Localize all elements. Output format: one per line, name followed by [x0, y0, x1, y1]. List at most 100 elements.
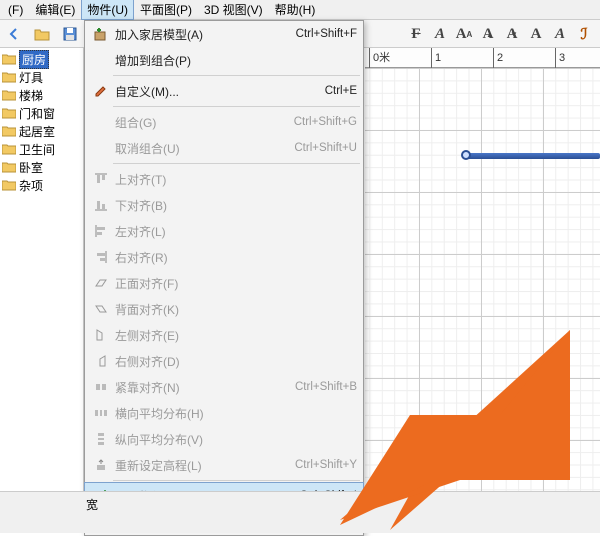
add-furniture-icon — [91, 24, 111, 44]
tree-item-label: 起居室 — [19, 123, 55, 140]
distribute-v-icon — [91, 429, 111, 449]
tree-item-label: 杂项 — [19, 177, 43, 194]
folder-icon — [2, 179, 16, 191]
menu-bar: (F) 编辑(E) 物件(U) 平面图(P) 3D 视图(V) 帮助(H) — [0, 0, 600, 20]
tree-item-bathroom[interactable]: 卫生间 — [0, 140, 83, 158]
folder-icon — [2, 107, 16, 119]
tree-item-label: 厨房 — [19, 50, 49, 69]
tree-item-doors-windows[interactable]: 门和窗 — [0, 104, 83, 122]
catalog-tree: 厨房 灯具 楼梯 门和窗 起居室 卫生间 卧室 杂项 — [0, 48, 84, 491]
menu-item-label: 组合(G) — [115, 114, 294, 131]
menu-align-tight[interactable]: 紧靠对齐(N) Ctrl+Shift+B — [85, 374, 363, 400]
align-front-icon — [91, 273, 111, 293]
menu-shortcut: Ctrl+Shift+Y — [295, 459, 357, 471]
menu-item-label: 紧靠对齐(N) — [115, 379, 295, 396]
text-format-toolbar: F A AA A▲ A▼ A A ℐ — [406, 20, 598, 48]
menu-shortcut: Ctrl+Shift+B — [295, 381, 357, 393]
align-tight-icon — [91, 377, 111, 397]
menu-customize[interactable]: 自定义(M)... Ctrl+E — [85, 78, 363, 104]
menu-item-label: 重新设定高程(L) — [115, 457, 295, 474]
tree-item-label: 卧室 — [19, 159, 43, 176]
status-cell-width: 宽 — [80, 496, 160, 513]
font-button[interactable]: AA — [454, 24, 474, 44]
wall-segment[interactable] — [465, 153, 600, 159]
menu-shortcut: Ctrl+Shift+G — [294, 116, 357, 128]
menu-align-bottom[interactable]: 下对齐(B) — [85, 192, 363, 218]
bold-button[interactable]: F — [406, 24, 426, 44]
menu-plan[interactable]: 平面图(P) — [134, 0, 198, 20]
menu-separator — [113, 106, 360, 107]
menu-distribute-v[interactable]: 纵向平均分布(V) — [85, 426, 363, 452]
align-bottom-icon — [91, 195, 111, 215]
tree-item-label: 卫生间 — [19, 141, 55, 158]
menu-file[interactable]: (F) — [2, 1, 29, 19]
distribute-h-icon — [91, 403, 111, 423]
menu-item-label: 正面对齐(F) — [115, 275, 357, 292]
align-right-icon — [91, 247, 111, 267]
menu-item-label: 纵向平均分布(V) — [115, 431, 357, 448]
menu-align-left[interactable]: 左对齐(L) — [85, 218, 363, 244]
align-side-right-icon — [91, 351, 111, 371]
menu-align-side-left[interactable]: 左侧对齐(E) — [85, 322, 363, 348]
menu-separator — [113, 75, 360, 76]
menu-group[interactable]: 组合(G) Ctrl+Shift+G — [85, 109, 363, 135]
menu-shortcut: Ctrl+E — [325, 85, 357, 97]
align-left-icon — [91, 221, 111, 241]
toolbar-save-button[interactable] — [58, 22, 82, 46]
decrease-font-button[interactable]: A▼ — [502, 24, 522, 44]
tree-item-kitchen[interactable]: 厨房 — [0, 50, 83, 68]
menu-add-home-furniture[interactable]: 加入家居模型(A) Ctrl+Shift+F — [85, 21, 363, 47]
menu-align-side-right[interactable]: 右侧对齐(D) — [85, 348, 363, 374]
plan-canvas-visible: 0米 1 2 3 — [365, 48, 600, 491]
menu-align-top[interactable]: 上对齐(T) — [85, 166, 363, 192]
menu-item-label: 下对齐(B) — [115, 197, 357, 214]
menu-item-label: 取消组合(U) — [115, 140, 294, 157]
menu-furniture[interactable]: 物件(U) — [81, 0, 134, 20]
toolbar-back-button[interactable] — [2, 22, 26, 46]
menu-item-label: 背面对齐(K) — [115, 301, 357, 318]
increase-font-button[interactable]: A▲ — [478, 24, 498, 44]
menu-edit[interactable]: 编辑(E) — [29, 0, 81, 20]
tree-item-lighting[interactable]: 灯具 — [0, 68, 83, 86]
italic-a-button[interactable]: A — [550, 24, 570, 44]
plan-grid[interactable] — [365, 68, 600, 491]
menu-align-front[interactable]: 正面对齐(F) — [85, 270, 363, 296]
align-back-icon — [91, 299, 111, 319]
menu-item-label: 左侧对齐(E) — [115, 327, 357, 344]
folder-icon — [2, 53, 16, 65]
bold-a-button[interactable]: A — [526, 24, 546, 44]
menu-add-to-group[interactable]: 增加到组合(P) — [85, 47, 363, 73]
folder-icon — [2, 71, 16, 83]
menu-separator — [113, 480, 360, 481]
menu-distribute-h[interactable]: 横向平均分布(H) — [85, 400, 363, 426]
menu-shortcut: Ctrl+Shift+U — [294, 142, 357, 154]
tree-item-misc[interactable]: 杂项 — [0, 176, 83, 194]
tree-item-bedroom[interactable]: 卧室 — [0, 158, 83, 176]
menu-item-label: 横向平均分布(H) — [115, 405, 357, 422]
toolbar-open-button[interactable] — [30, 22, 54, 46]
ruler-tick: 1 — [431, 48, 493, 68]
customize-icon — [91, 81, 111, 101]
menu-align-right[interactable]: 右对齐(R) — [85, 244, 363, 270]
menu-help[interactable]: 帮助(H) — [269, 0, 322, 20]
folder-icon — [2, 143, 16, 155]
tree-item-label: 门和窗 — [19, 105, 55, 122]
menu-align-back[interactable]: 背面对齐(K) — [85, 296, 363, 322]
italic-button[interactable]: A — [430, 24, 450, 44]
tree-item-stairs[interactable]: 楼梯 — [0, 86, 83, 104]
blank-icon — [91, 138, 111, 158]
status-bar: 宽 — [0, 491, 600, 533]
wall-endpoint[interactable] — [461, 150, 471, 160]
menu-reset-elevation[interactable]: 重新设定高程(L) Ctrl+Shift+Y — [85, 452, 363, 478]
tree-item-living-room[interactable]: 起居室 — [0, 122, 83, 140]
annotation-button[interactable]: ℐ — [574, 24, 594, 44]
folder-icon — [2, 89, 16, 101]
ruler-tick: 0米 — [369, 48, 431, 68]
menu-ungroup[interactable]: 取消组合(U) Ctrl+Shift+U — [85, 135, 363, 161]
menu-item-label: 左对齐(L) — [115, 223, 357, 240]
menu-item-label: 增加到组合(P) — [115, 52, 357, 69]
menu-3dview[interactable]: 3D 视图(V) — [198, 0, 269, 20]
align-top-icon — [91, 169, 111, 189]
menu-item-label: 自定义(M)... — [115, 83, 325, 100]
tree-item-label: 灯具 — [19, 69, 43, 86]
